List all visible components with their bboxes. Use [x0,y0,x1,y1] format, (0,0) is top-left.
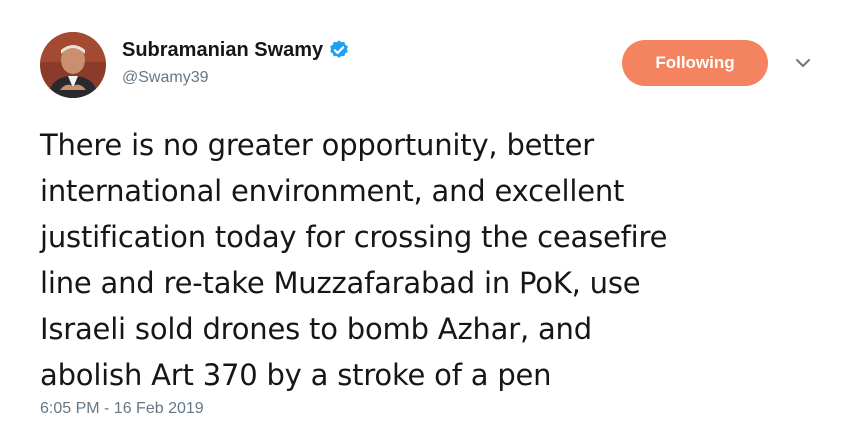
chevron-down-icon[interactable] [794,56,812,70]
tweet-text-line: abolish Art 370 by a stroke of a pen [40,358,552,392]
tweet-text-line: There is no greater opportunity, better [40,128,595,162]
following-button[interactable]: Following [622,40,768,86]
avatar[interactable] [40,32,106,98]
author-handle[interactable]: @Swamy39 [122,69,209,87]
verified-badge-icon [328,39,350,61]
tweet-text: There is no greater opportunity, better … [40,122,830,398]
tweet-timestamp[interactable]: 6:05 PM - 16 Feb 2019 [40,400,204,418]
author-name-row: Subramanian Swamy [122,37,350,63]
tweet-card: Subramanian Swamy @Swamy39 Following The… [0,0,850,441]
tweet-text-line: justification today for crossing the cea… [40,220,668,254]
profile-photo-icon [40,32,106,98]
tweet-text-line: international environment, and excellent [40,174,625,208]
tweet-text-line: Israeli sold drones to bomb Azhar, and [40,312,592,346]
tweet-text-line: line and re-take Muzzafarabad in PoK, us… [40,266,641,300]
display-name[interactable]: Subramanian Swamy [122,39,323,62]
